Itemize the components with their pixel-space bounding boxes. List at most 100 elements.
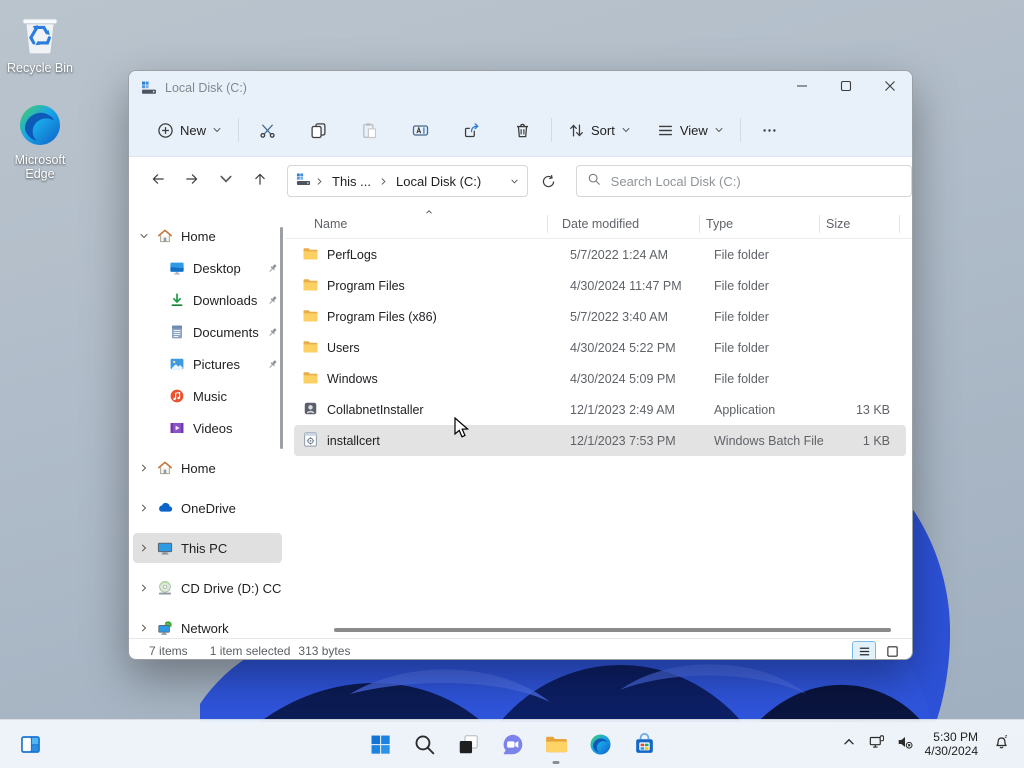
search-button[interactable] [402,722,446,766]
sidebar-item-network[interactable]: Network [133,613,282,643]
file-row-program-files[interactable]: Program Files 4/30/2024 11:47 PM File fold… [294,270,906,301]
desktop-icon-microsoft-edge[interactable]: Microsoft Edge [2,100,78,181]
sidebar-item-label: Home [181,228,216,244]
new-button[interactable]: New [149,116,230,145]
forward-button[interactable] [177,166,207,196]
large-icons-view-button[interactable] [880,641,904,660]
tray-volume-muted[interactable] [891,724,919,764]
file-row-windows[interactable]: Windows 4/30/2024 5:09 PM File folder [294,363,906,394]
window-body: Home Desktop Downloads Documents Pictures Mus… [129,205,912,638]
sort-button[interactable]: Sort [560,116,639,145]
minimize-button[interactable] [780,71,824,104]
file-name-cell: installcert [294,431,570,451]
file-name-cell: Program Files [294,276,570,296]
column-header-date-modified[interactable]: Date modified [562,217,706,231]
address-dropdown-icon[interactable] [510,174,519,189]
column-separator [819,215,820,233]
refresh-button[interactable] [534,166,564,196]
folder-icon [302,307,319,327]
sidebar-item-videos[interactable]: Videos [133,413,282,443]
desktop-icon-label: Microsoft Edge [14,153,66,181]
copy-icon [310,122,327,139]
chevron-right-icon[interactable] [133,583,155,593]
sidebar-item-home[interactable]: Home [133,221,282,251]
breadcrumb-segment[interactable]: This ... [328,172,375,191]
file-row-installcert[interactable]: installcert 12/1/2023 7:53 PM Windows Batc… [294,425,906,456]
file-name-cell: Windows [294,369,570,389]
details-view-button[interactable] [852,640,876,659]
back-button[interactable] [143,166,173,196]
breadcrumb-separator-icon [379,174,388,189]
file-explorer-button[interactable] [534,722,578,766]
sidebar-item-label: Videos [193,420,233,436]
search-box[interactable] [575,165,912,197]
taskbar-clock[interactable]: 5:30 PM 4/30/2024 [925,730,978,758]
desktop: Recycle Bin Microsoft Edge Local Disk (C:… [0,0,1024,768]
chevron-right-icon[interactable] [133,463,155,473]
chevron-right-icon[interactable] [133,543,155,553]
cut-button[interactable] [247,115,288,146]
sidebar-item-onedrive[interactable]: OneDrive [133,493,282,523]
sidebar-item-documents[interactable]: Documents [133,317,282,347]
copy-button[interactable] [298,115,339,146]
chevron-right-icon[interactable] [133,503,155,513]
column-header-type[interactable]: Type [706,217,826,231]
share-button[interactable] [451,115,492,146]
toolbar-separator [551,118,553,142]
file-row-perflogs[interactable]: PerfLogs 5/7/2022 1:24 AM File folder [294,239,906,270]
file-row-collabnetinstaller[interactable]: CollabnetInstaller 12/1/2023 2:49 AM Appli… [294,394,906,425]
start-button[interactable] [358,722,402,766]
sidebar-item-this-pc[interactable]: This PC [133,533,282,563]
edge-button[interactable] [578,722,622,766]
chevron-right-icon[interactable] [133,623,155,633]
horizontal-scrollbar[interactable] [334,628,891,632]
see-more-button[interactable] [749,115,790,146]
task-view-button[interactable] [446,722,490,766]
view-button[interactable]: View [649,116,732,145]
paste-button[interactable] [349,115,390,146]
desktop-icon-recycle-bin[interactable]: Recycle Bin [2,8,78,75]
file-name-label: PerfLogs [327,247,378,262]
recent-locations-button[interactable] [211,166,241,196]
address-row: This ... Local Disk (C:) [129,157,912,205]
pin-icon [264,295,280,306]
tray-network[interactable] [863,724,891,764]
sidebar-item-music[interactable]: Music [133,381,282,411]
close-button[interactable] [868,71,912,104]
chat-button[interactable] [490,722,534,766]
file-row-program-files-x86-[interactable]: Program Files (x86) 5/7/2022 3:40 AM File … [294,301,906,332]
share-icon [463,122,480,139]
file-name-label: Users [327,340,360,355]
sidebar-item-label: OneDrive [181,500,236,516]
file-name-label: Program Files [327,278,405,293]
sidebar-item-cd-drive-d-cc[interactable]: CD Drive (D:) CC [133,573,282,603]
sidebar-item-desktop[interactable]: Desktop [133,253,282,283]
delete-button[interactable] [502,115,543,146]
notification-bell-button[interactable]: z [984,724,1018,764]
toolbar-separator [739,118,741,142]
column-header-size[interactable]: Size [826,217,898,231]
breadcrumb-segment[interactable]: Local Disk (C:) [392,172,485,191]
file-row-users[interactable]: Users 4/30/2024 5:22 PM File folder [294,332,906,363]
sidebar-item-downloads[interactable]: Downloads [133,285,282,315]
file-list-pane: Name Date modified Type Size PerfLogs 5/7/20… [286,205,912,638]
search-input[interactable] [608,172,902,190]
sidebar-item-pictures[interactable]: Pictures [133,349,282,379]
edge-icon [588,732,613,757]
tray-chevron-up[interactable] [835,724,863,764]
toolbar-separator [238,118,240,142]
file-date-cell: 12/1/2023 2:49 AM [570,402,675,417]
widgets-button[interactable] [8,722,52,766]
sidebar-item-home[interactable]: Home [133,453,282,483]
sidebar-scrollbar[interactable] [280,227,283,449]
rename-button[interactable] [400,115,441,146]
store-button[interactable] [622,722,666,766]
up-button[interactable] [245,166,275,196]
maximize-button[interactable] [824,71,868,104]
desktop-icon-label: Recycle Bin [7,61,73,75]
chevron-down-icon[interactable] [133,231,155,241]
selection-size: 313 bytes [298,644,351,658]
network-tray-icon [868,733,886,756]
address-bar[interactable]: This ... Local Disk (C:) [287,165,528,197]
svg-text:z: z [1004,734,1007,740]
